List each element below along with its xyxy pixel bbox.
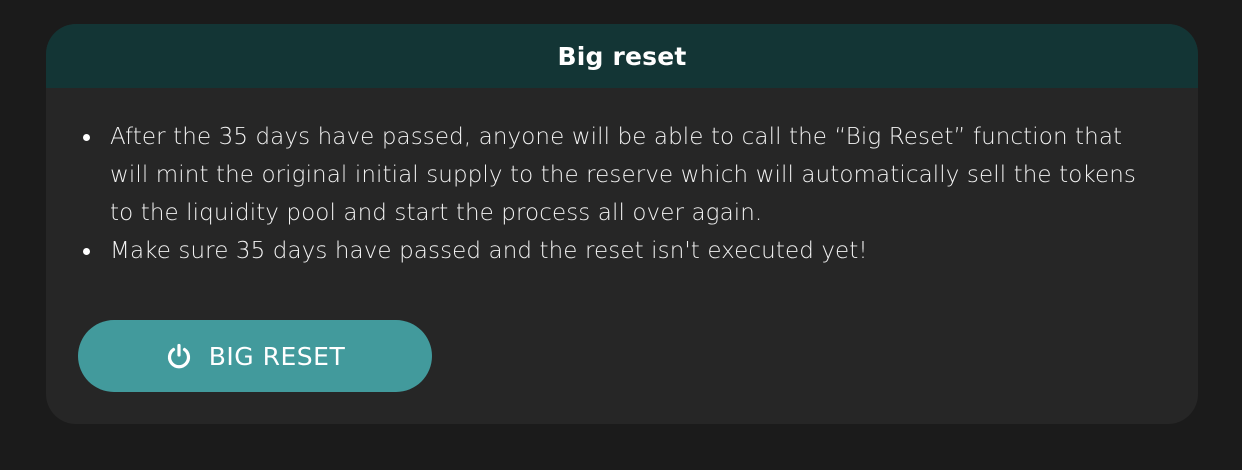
card-title: Big reset xyxy=(557,41,687,71)
big-reset-card: Big reset After the 35 days have passed,… xyxy=(46,24,1198,424)
big-reset-label: BIG RESET xyxy=(208,341,346,371)
card-body: After the 35 days have passed, anyone wi… xyxy=(46,88,1198,270)
big-reset-button[interactable]: BIG RESET xyxy=(78,320,432,392)
card-header: Big reset xyxy=(46,24,1198,88)
info-list: After the 35 days have passed, anyone wi… xyxy=(78,118,1166,270)
list-item: Make sure 35 days have passed and the re… xyxy=(83,232,1166,270)
power-icon xyxy=(165,342,193,370)
list-item: After the 35 days have passed, anyone wi… xyxy=(83,118,1166,232)
